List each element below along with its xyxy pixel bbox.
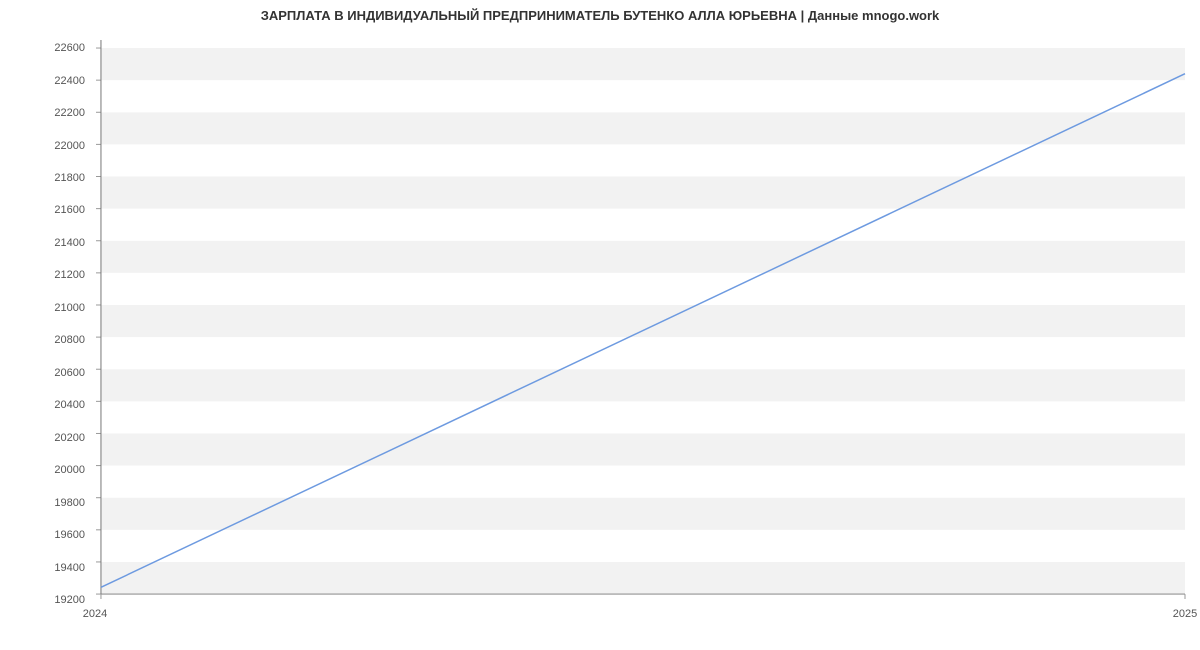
y-tick-label: 20000: [45, 464, 85, 476]
y-tick-label: 21000: [45, 302, 85, 314]
y-tick-label: 22400: [45, 75, 85, 87]
y-tick-label: 20600: [45, 367, 85, 379]
y-tick-label: 20400: [45, 399, 85, 411]
chart-container: ЗАРПЛАТА В ИНДИВИДУАЛЬНЫЙ ПРЕДПРИНИМАТЕЛ…: [0, 0, 1200, 650]
y-tick-label: 21800: [45, 172, 85, 184]
y-tick-label: 20800: [45, 334, 85, 346]
y-tick-label: 22000: [45, 140, 85, 152]
plot-area: [95, 40, 1185, 600]
plot-svg: [95, 40, 1185, 600]
x-tick-label: 2025: [1173, 608, 1197, 620]
y-tick-label: 19800: [45, 497, 85, 509]
x-tick-label: 2024: [83, 608, 107, 620]
y-tick-label: 20200: [45, 432, 85, 444]
y-tick-label: 19400: [45, 562, 85, 574]
y-tick-label: 21200: [45, 269, 85, 281]
y-tick-label: 21600: [45, 204, 85, 216]
chart-title: ЗАРПЛАТА В ИНДИВИДУАЛЬНЫЙ ПРЕДПРИНИМАТЕЛ…: [0, 8, 1200, 23]
y-tick-label: 21400: [45, 237, 85, 249]
y-tick-label: 22200: [45, 107, 85, 119]
y-tick-label: 22600: [45, 42, 85, 54]
y-tick-label: 19200: [45, 594, 85, 606]
y-tick-label: 19600: [45, 529, 85, 541]
